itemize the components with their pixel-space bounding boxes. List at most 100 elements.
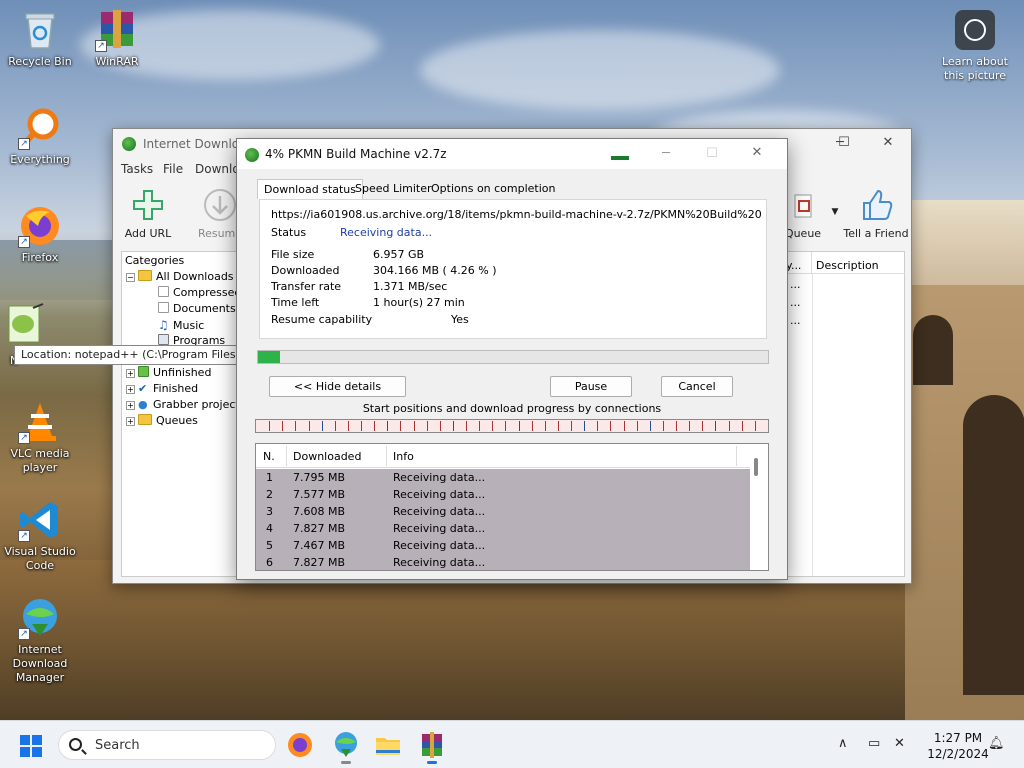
connection-segment-tick: [676, 421, 677, 431]
expand-icon[interactable]: +: [126, 369, 135, 378]
network-icon[interactable]: ▭: [868, 736, 880, 751]
menu-downloads[interactable]: Downlo: [195, 162, 240, 176]
connection-segment-tick: [729, 421, 730, 431]
column-divider: [736, 446, 737, 466]
connections-list[interactable]: N. Downloaded Info 1 7.795 MB Receiving da…: [255, 443, 769, 571]
column-header-downloaded[interactable]: Downloaded: [293, 450, 361, 463]
tree-item-queues[interactable]: + Queues: [126, 414, 198, 430]
dialog-titlebar[interactable]: 4% PKMN Build Machine v2.7z ─ ☐ ✕: [237, 139, 787, 169]
start-button[interactable]: [20, 735, 42, 757]
connection-segment-tick: [532, 421, 533, 431]
taskbar-search[interactable]: Search: [58, 730, 276, 760]
desktop-icon-vscode[interactable]: ↗ Visual Studio Code: [0, 498, 80, 573]
desktop-icon-label: Internet Download Manager: [12, 643, 68, 684]
desktop-icon-idm[interactable]: ↗ Internet Download Manager: [0, 596, 80, 685]
connection-segment-tick: [755, 421, 756, 431]
connection-downloaded: 7.827 MB: [293, 522, 346, 535]
taskbar-clock[interactable]: 1:27 PM 12/2/2024: [918, 730, 998, 762]
tree-item-compressed[interactable]: Compressed: [158, 286, 238, 302]
resume-arrow-icon: [202, 187, 238, 223]
notification-bell-icon[interactable]: 🔔︎: [988, 736, 1005, 751]
connections-progress-bar: [255, 419, 769, 433]
tab-download-status[interactable]: Download status: [257, 179, 363, 199]
camera-info-icon: [955, 10, 995, 50]
learn-about-label: Learn about this picture: [942, 55, 1008, 82]
downloaded-value: 304.166 MB ( 4.26 % ): [373, 264, 497, 277]
taskbar-idm[interactable]: [330, 729, 362, 764]
desktop-icon-vlc[interactable]: ↗ VLC media player: [0, 400, 80, 475]
unfinished-icon: [138, 366, 149, 377]
taskbar-firefox[interactable]: [284, 729, 316, 761]
queue-dropdown-icon[interactable]: ▼: [829, 207, 841, 217]
collapse-icon[interactable]: −: [126, 273, 135, 282]
bridge: [905, 285, 1024, 720]
desktop-icon-notepadpp[interactable]: N: [0, 302, 50, 367]
show-hidden-icons-chevron-icon[interactable]: ∧: [838, 736, 848, 751]
connection-row[interactable]: 1 7.795 MB Receiving data...: [256, 469, 750, 486]
shortcut-arrow-icon: ↗: [18, 628, 30, 640]
connection-row[interactable]: 5 7.467 MB Receiving data...: [256, 537, 750, 554]
taskbar-file-explorer[interactable]: [372, 729, 404, 761]
shortcut-arrow-icon: ↗: [18, 138, 30, 150]
connection-segment-tick: [584, 421, 585, 431]
connection-info: Receiving data...: [393, 539, 486, 552]
hide-details-button[interactable]: << Hide details: [269, 376, 406, 397]
connection-segment-tick: [519, 421, 520, 431]
desktop-icon-firefox[interactable]: ↗ Firefox: [0, 204, 80, 265]
connection-segment-tick: [689, 421, 690, 431]
download-progress-dialog[interactable]: 4% PKMN Build Machine v2.7z ─ ☐ ✕ Downlo…: [236, 138, 788, 580]
notepadpp-icon: [3, 302, 47, 346]
minimize-button[interactable]: ─: [651, 146, 681, 164]
desktop-icon-recycle-bin[interactable]: Recycle Bin: [0, 8, 80, 69]
connection-info: Receiving data...: [393, 488, 486, 501]
expand-icon[interactable]: +: [126, 401, 135, 410]
cliff: [0, 560, 1024, 720]
connection-row[interactable]: 6 7.827 MB Receiving data...: [256, 554, 750, 570]
connection-segment-tick: [545, 421, 546, 431]
connection-info: Receiving data...: [393, 471, 486, 484]
close-button[interactable]: ✕: [873, 135, 903, 153]
menu-file[interactable]: File: [163, 162, 183, 176]
connection-number: 2: [266, 488, 273, 501]
menu-tasks[interactable]: Tasks: [121, 162, 153, 176]
tell-a-friend-button[interactable]: Tell a Friend: [843, 187, 909, 240]
taskbar-winrar[interactable]: [416, 729, 448, 764]
cancel-button[interactable]: Cancel: [661, 376, 733, 397]
volume-muted-icon[interactable]: ✕: [894, 736, 905, 751]
idm-main-title: Internet Downlo: [143, 137, 240, 151]
tree-item-documents[interactable]: Documents: [158, 302, 236, 318]
list-cell: ...: [790, 314, 801, 327]
download-status-page: https://ia601908.us.archive.org/18/items…: [259, 199, 767, 339]
tree-item-music[interactable]: ♫ Music: [158, 318, 204, 334]
tree-item-finished[interactable]: + ✔ Finished: [126, 382, 198, 398]
close-button[interactable]: ✕: [742, 145, 772, 163]
add-url-button[interactable]: Add URL: [123, 187, 173, 240]
learn-about-picture[interactable]: Learn about this picture: [936, 10, 1014, 83]
connection-row[interactable]: 4 7.827 MB Receiving data...: [256, 520, 750, 537]
connection-number: 1: [266, 471, 273, 484]
desktop-icon-winrar[interactable]: ↗ WinRAR: [77, 8, 157, 69]
column-header-n[interactable]: N.: [263, 450, 275, 463]
connection-info: Receiving data...: [393, 522, 486, 535]
expand-icon[interactable]: +: [126, 417, 135, 426]
tree-item-unfinished[interactable]: + Unfinished: [126, 366, 211, 382]
downloads-list[interactable]: y... Description ... ... ...: [781, 251, 905, 577]
file-size-value: 6.957 GB: [373, 248, 425, 261]
column-header-description[interactable]: Description: [812, 252, 905, 274]
maximize-button[interactable]: ☐: [829, 135, 859, 153]
tree-item-all-downloads[interactable]: − All Downloads: [126, 270, 234, 286]
desktop-icon-everything[interactable]: ↗ Everything: [0, 106, 80, 167]
connection-row[interactable]: 2 7.577 MB Receiving data...: [256, 486, 750, 503]
expand-icon[interactable]: +: [126, 385, 135, 394]
connection-segment-tick: [282, 421, 283, 431]
pause-button[interactable]: Pause: [550, 376, 632, 397]
idm-globe-icon: [335, 732, 357, 757]
tab-options-on-completion[interactable]: Options on completion: [425, 179, 562, 199]
document-icon: [158, 302, 169, 313]
program-window-icon: [158, 334, 169, 345]
tree-item-grabber-project[interactable]: + ● Grabber project: [126, 398, 238, 414]
connection-row[interactable]: 3 7.608 MB Receiving data...: [256, 503, 750, 520]
column-header-info[interactable]: Info: [393, 450, 414, 463]
connection-segment-tick: [637, 421, 638, 431]
connections-scrollbar[interactable]: [754, 458, 758, 476]
